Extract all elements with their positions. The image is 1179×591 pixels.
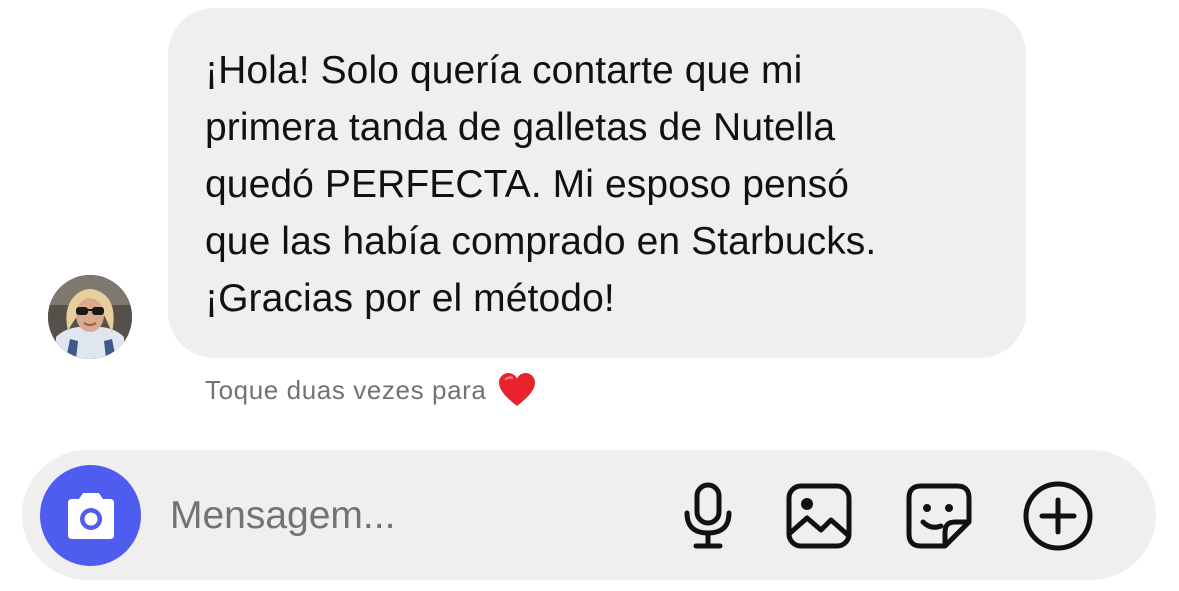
add-button[interactable] bbox=[1022, 480, 1094, 552]
red-heart-icon[interactable] bbox=[498, 372, 536, 408]
chat-screen: ¡Hola! Solo quería contarte que mi prime… bbox=[0, 0, 1179, 591]
message-line: ¡Hola! Solo quería contarte que mi bbox=[205, 49, 803, 92]
message-bubble[interactable]: ¡Hola! Solo quería contarte que mi prime… bbox=[168, 8, 1026, 358]
gallery-button[interactable] bbox=[783, 480, 855, 552]
sender-avatar[interactable] bbox=[48, 275, 132, 359]
message-input[interactable] bbox=[170, 488, 610, 544]
sticker-button[interactable] bbox=[903, 480, 975, 552]
gallery-icon bbox=[786, 483, 852, 549]
microphone-button[interactable] bbox=[672, 480, 744, 552]
camera-button[interactable] bbox=[40, 465, 141, 566]
reaction-hint-text: Toque duas vezes para bbox=[205, 374, 487, 405]
message-line: ¡Gracias por el método! bbox=[205, 277, 615, 320]
reaction-hint: Toque duas vezes para bbox=[205, 372, 536, 408]
message-line: que las había comprado en Starbucks. bbox=[205, 220, 877, 263]
sticker-icon bbox=[906, 483, 972, 549]
camera-icon bbox=[67, 492, 114, 539]
microphone-icon bbox=[684, 482, 732, 549]
add-icon bbox=[1023, 481, 1093, 551]
message-composer bbox=[22, 450, 1156, 580]
message-line: primera tanda de galletas de Nutella bbox=[205, 106, 836, 149]
message-line: quedó PERFECTA. Mi esposo pensó bbox=[205, 163, 850, 206]
